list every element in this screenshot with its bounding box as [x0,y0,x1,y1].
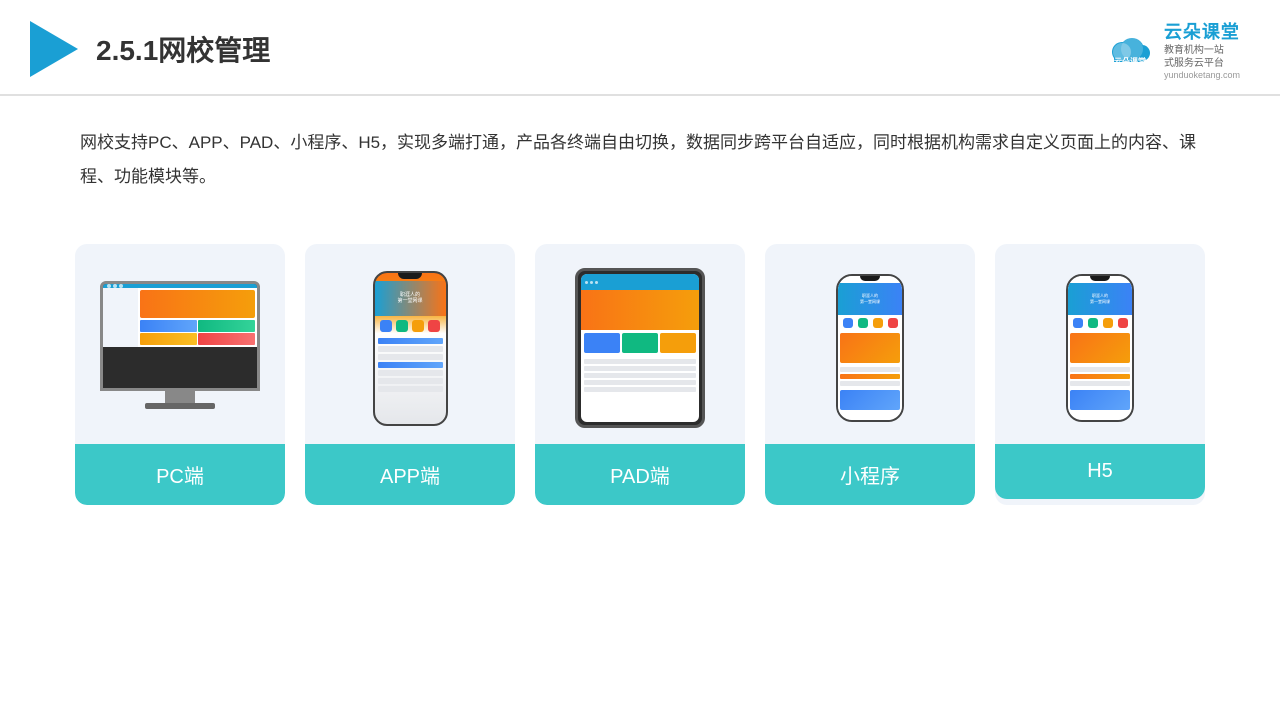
svg-text:云朵课堂: 云朵课堂 [1114,56,1146,66]
description-text: 网校支持PC、APP、PAD、小程序、H5，实现多端打通，产品各终端自由切换，数… [80,126,1200,194]
pad-image-area [535,244,745,444]
app-image-area: 职涯人的第一堂网课 [305,244,515,444]
miniprogram-phone-icon: 职涯人的第一堂网课 [836,274,904,422]
page-title: 2.5.1网校管理 [96,29,270,69]
app-phone-icon: 职涯人的第一堂网课 [373,271,448,426]
header: 2.5.1网校管理 云朵课堂 云朵课堂 教育机构一站式服务云平台 yunduok… [0,0,1280,96]
brand-logo: 云朵课堂 云朵课堂 教育机构一站式服务云平台 yunduoketang.com [1104,18,1240,80]
h5-phone-icon: 职涯人的第一堂网课 [1066,274,1134,422]
cards-container: PC端 职涯人的第一堂网课 [0,214,1280,505]
miniprogram-label: 小程序 [765,444,975,505]
header-right: 云朵课堂 云朵课堂 教育机构一站式服务云平台 yunduoketang.com [1104,18,1240,80]
miniprogram-card: 职涯人的第一堂网课 [765,244,975,505]
app-label: APP端 [305,444,515,505]
brand-url: yunduoketang.com [1164,70,1240,80]
pc-monitor-icon [95,281,265,416]
h5-card: 职涯人的第一堂网课 [995,244,1205,505]
pad-tablet-icon [575,268,705,428]
header-left: 2.5.1网校管理 [30,21,270,77]
cloud-icon: 云朵课堂 [1104,30,1156,68]
app-card: 职涯人的第一堂网课 [305,244,515,505]
miniprogram-image-area: 职涯人的第一堂网课 [765,244,975,444]
description: 网校支持PC、APP、PAD、小程序、H5，实现多端打通，产品各终端自由切换，数… [0,96,1280,204]
h5-image-area: 职涯人的第一堂网课 [995,244,1205,444]
pc-image-area [75,244,285,444]
brand-text: 云朵课堂 教育机构一站式服务云平台 yunduoketang.com [1164,18,1240,80]
pad-label: PAD端 [535,444,745,505]
h5-label: H5 [995,444,1205,499]
brand-name: 云朵课堂 [1164,18,1240,44]
pad-card: PAD端 [535,244,745,505]
pc-card: PC端 [75,244,285,505]
pc-label: PC端 [75,444,285,505]
logo-triangle-icon [30,21,78,77]
brand-tagline: 教育机构一站式服务云平台 [1164,44,1224,70]
